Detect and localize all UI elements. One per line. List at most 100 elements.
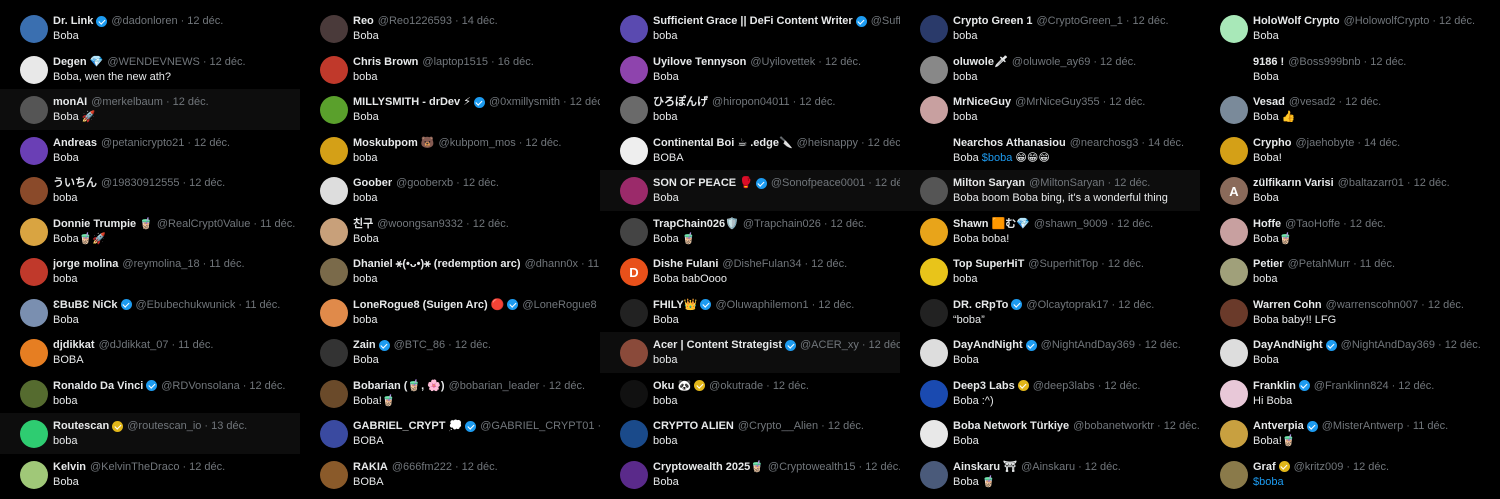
display-name[interactable]: Crypho <box>1253 136 1292 150</box>
reply-row[interactable]: Antverpia @MisterAntwerp · 11 déc. Boba!🧋 <box>1200 413 1500 454</box>
avatar[interactable] <box>1220 420 1248 448</box>
avatar[interactable] <box>20 136 48 165</box>
post-date[interactable]: 12 déc. <box>811 257 847 271</box>
display-name[interactable]: Degen 💎 <box>53 55 103 69</box>
display-name[interactable]: ひろぽんげ <box>653 95 708 109</box>
user-handle[interactable]: @DisheFulan34 <box>722 257 801 271</box>
avatar[interactable] <box>320 217 348 246</box>
post-date[interactable]: 12 déc. <box>1398 379 1434 393</box>
user-handle[interactable]: @kubpom_mos <box>439 136 516 150</box>
user-handle[interactable]: @Ebubechukwunick <box>136 298 236 312</box>
reply-row[interactable]: djdikkat @dJdikkat_07 · 11 déc. BOBA <box>0 332 300 373</box>
post-date[interactable]: 12 déc. <box>1108 257 1144 271</box>
user-handle[interactable]: @MisterAntwerp <box>1322 419 1403 433</box>
user-handle[interactable]: @heisnappy <box>797 136 858 150</box>
user-handle[interactable]: @WENDEVNEWS <box>107 55 199 69</box>
display-name[interactable]: Donnie Trumpie 🧋 <box>53 217 153 231</box>
display-name[interactable]: Top SuperHiT <box>953 257 1024 271</box>
post-date[interactable]: 12 déc. <box>570 95 600 109</box>
display-name[interactable]: jorge molina <box>53 257 118 271</box>
post-date[interactable]: 12 déc. <box>189 460 225 474</box>
post-date[interactable]: 12 déc. <box>1145 338 1181 352</box>
display-name[interactable]: Oku 🐼 <box>653 379 691 393</box>
reply-row[interactable]: 9186 ! @Boss999bnb · 12 déc. Boba <box>1200 49 1500 90</box>
display-name[interactable]: monAI <box>53 95 87 109</box>
display-name[interactable]: Warren Cohn <box>1253 298 1322 312</box>
avatar[interactable] <box>320 177 348 205</box>
post-date[interactable]: 12 déc. <box>1353 460 1389 474</box>
post-date[interactable]: 12 déc. <box>773 379 809 393</box>
post-date[interactable]: 12 déc. <box>869 338 900 352</box>
display-name[interactable]: Dhaniel ⚹(•ᴗ•)⚹ (redemption arc) <box>353 257 521 271</box>
post-date[interactable]: 12 déc. <box>249 379 285 393</box>
post-date[interactable]: 12 déc. <box>828 419 864 433</box>
post-date[interactable]: 12 déc. <box>173 95 209 109</box>
post-date[interactable]: 12 déc. <box>831 217 867 231</box>
user-handle[interactable]: @Boss999bnb <box>1288 55 1360 69</box>
post-date[interactable]: 12 déc. <box>1100 55 1136 69</box>
display-name[interactable]: ういちん <box>53 176 97 190</box>
avatar[interactable] <box>20 96 48 124</box>
post-date[interactable]: 12 déc. <box>875 176 900 190</box>
user-handle[interactable]: @deep3labs <box>1033 379 1095 393</box>
post-date[interactable]: 11 déc. <box>588 257 600 271</box>
avatar[interactable] <box>1220 379 1248 408</box>
reply-row[interactable]: Acer | Content Strategist @ACER_xy · 12 déc… <box>600 332 900 373</box>
user-handle[interactable]: @Sonofpeace0001 <box>771 176 865 190</box>
avatar[interactable] <box>620 379 648 408</box>
user-handle[interactable]: @kritz009 <box>1294 460 1344 474</box>
avatar[interactable] <box>1220 96 1248 124</box>
display-name[interactable]: TrapChain026🛡️ <box>653 217 739 231</box>
avatar[interactable] <box>1220 55 1248 84</box>
post-date[interactable]: 12 déc. <box>825 55 861 69</box>
reply-row[interactable]: DayAndNight @NightAndDay369 · 12 déc. Boba <box>900 332 1200 373</box>
user-handle[interactable]: @HolowolfCrypto <box>1344 14 1430 28</box>
display-name[interactable]: Zain <box>353 338 376 352</box>
avatar[interactable] <box>920 258 948 286</box>
display-name[interactable]: Antverpia <box>1253 419 1304 433</box>
user-handle[interactable]: @SuperhitTop <box>1028 257 1098 271</box>
user-handle[interactable]: @merkelbaum <box>91 95 163 109</box>
avatar[interactable] <box>20 460 48 489</box>
user-handle[interactable]: @dhann0x <box>525 257 578 271</box>
display-name[interactable]: Hoffe <box>1253 217 1281 231</box>
user-handle[interactable]: @Ainskaru <box>1021 460 1075 474</box>
post-date[interactable]: 12 déc. <box>1133 14 1169 28</box>
post-date[interactable]: 12 déc. <box>1164 419 1200 433</box>
user-handle[interactable]: @LoneRogue8 <box>522 298 596 312</box>
display-name[interactable]: MILLYSMITH - drDev ⚡ <box>353 95 471 109</box>
post-date[interactable]: 12 déc. <box>868 136 900 150</box>
reply-row[interactable]: Hoffe @TaoHoffe · 12 déc. Boba🧋 <box>1200 211 1500 252</box>
reply-row[interactable]: Sufficient Grace || DeFi Content Writer @… <box>600 8 900 49</box>
user-handle[interactable]: @GABRIEL_CRYPT01 <box>480 419 594 433</box>
avatar[interactable] <box>620 298 648 327</box>
user-handle[interactable]: @TaoHoffe <box>1285 217 1340 231</box>
avatar[interactable] <box>320 379 348 408</box>
display-name[interactable]: Ronaldo Da Vinci <box>53 379 143 393</box>
reply-row[interactable]: ƐBuBƐ NiCk @Ebubechukwunick · 11 déc. Boba <box>0 292 300 333</box>
avatar[interactable] <box>20 298 48 327</box>
reply-row[interactable]: Vesad @vesad2 · 12 déc. Boba 👍 <box>1200 89 1500 130</box>
display-name[interactable]: DayAndNight <box>1253 338 1323 352</box>
post-date[interactable]: 12 déc. <box>473 217 509 231</box>
user-handle[interactable]: @bobarian_leader <box>449 379 540 393</box>
reply-row[interactable]: Goober @gooberxb · 12 déc. boba <box>300 170 600 211</box>
user-handle[interactable]: @petanicrypto21 <box>101 136 184 150</box>
avatar[interactable] <box>1220 339 1248 367</box>
user-handle[interactable]: @NightAndDay369 <box>1341 338 1435 352</box>
user-handle[interactable]: @Crypto__Alien <box>738 419 818 433</box>
avatar[interactable] <box>20 258 48 286</box>
reply-row[interactable]: Degen 💎 @WENDEVNEWS · 12 déc. Boba, wen the … <box>0 49 300 90</box>
avatar[interactable] <box>920 96 948 124</box>
display-name[interactable]: LoneRogue8 (Suigen Arc) 🔴 <box>353 298 504 312</box>
display-name[interactable]: Graf <box>1253 460 1276 474</box>
reply-row[interactable]: DayAndNight @NightAndDay369 · 12 déc. Boba <box>1200 332 1500 373</box>
display-name[interactable]: Moskubpom 🐻 <box>353 136 435 150</box>
user-handle[interactable]: @dadonloren <box>111 14 177 28</box>
post-date[interactable]: 12 déc. <box>525 136 561 150</box>
user-handle[interactable]: @Reo1226593 <box>378 14 452 28</box>
post-date[interactable]: 12 déc. <box>1414 176 1450 190</box>
post-date[interactable]: 12 déc. <box>1109 95 1145 109</box>
post-date[interactable]: 11 déc. <box>245 298 280 312</box>
user-handle[interactable]: @hiropon04011 <box>712 95 790 109</box>
